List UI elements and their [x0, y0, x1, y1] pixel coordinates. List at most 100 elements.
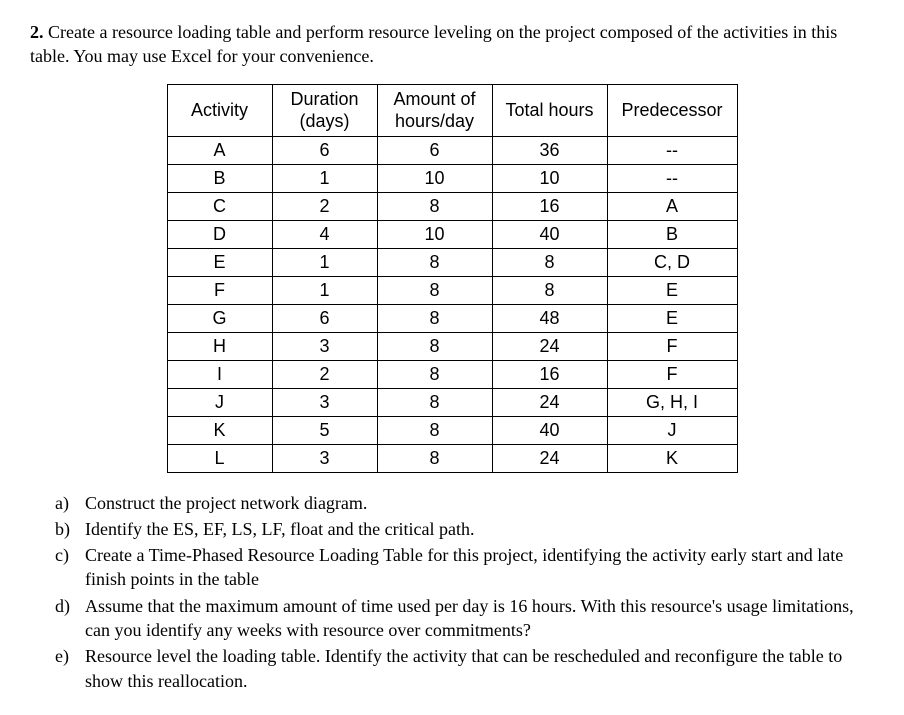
cell-duration: 2 [272, 192, 377, 220]
cell-activity: K [167, 416, 272, 444]
cell-total: 10 [492, 164, 607, 192]
cell-predecessor: B [607, 220, 737, 248]
cell-activity: D [167, 220, 272, 248]
cell-total: 24 [492, 388, 607, 416]
question-item: a)Construct the project network diagram. [85, 491, 874, 515]
question-letter: d) [55, 594, 70, 618]
cell-amount: 10 [377, 164, 492, 192]
cell-total: 16 [492, 192, 607, 220]
cell-predecessor: J [607, 416, 737, 444]
question-item: b)Identify the ES, EF, LS, LF, float and… [85, 517, 874, 541]
cell-amount: 8 [377, 276, 492, 304]
cell-amount: 8 [377, 360, 492, 388]
table-row: H3824F [167, 332, 737, 360]
question-item: c)Create a Time-Phased Resource Loading … [85, 543, 874, 592]
cell-amount: 8 [377, 192, 492, 220]
cell-amount: 10 [377, 220, 492, 248]
cell-amount: 8 [377, 416, 492, 444]
cell-activity: L [167, 444, 272, 472]
table-row: A6636-- [167, 136, 737, 164]
cell-predecessor: -- [607, 136, 737, 164]
problem-number: 2. [30, 22, 44, 42]
cell-predecessor: C, D [607, 248, 737, 276]
cell-total: 48 [492, 304, 607, 332]
cell-activity: G [167, 304, 272, 332]
cell-activity: C [167, 192, 272, 220]
table-row: L3824K [167, 444, 737, 472]
header-total: Total hours [492, 84, 607, 136]
cell-duration: 2 [272, 360, 377, 388]
cell-activity: I [167, 360, 272, 388]
questions-list: a)Construct the project network diagram.… [30, 491, 874, 693]
table-row: D41040B [167, 220, 737, 248]
cell-activity: H [167, 332, 272, 360]
cell-amount: 8 [377, 444, 492, 472]
cell-activity: A [167, 136, 272, 164]
cell-activity: B [167, 164, 272, 192]
cell-total: 40 [492, 220, 607, 248]
table-row: K5840J [167, 416, 737, 444]
cell-predecessor: -- [607, 164, 737, 192]
cell-predecessor: E [607, 304, 737, 332]
problem-intro: 2. Create a resource loading table and p… [30, 20, 874, 69]
cell-duration: 1 [272, 164, 377, 192]
cell-duration: 3 [272, 444, 377, 472]
cell-predecessor: F [607, 360, 737, 388]
question-letter: a) [55, 491, 69, 515]
cell-total: 8 [492, 248, 607, 276]
table-container: Activity Duration (days) Amount of hours… [30, 84, 874, 473]
cell-predecessor: G, H, I [607, 388, 737, 416]
cell-amount: 8 [377, 248, 492, 276]
table-row: B11010-- [167, 164, 737, 192]
header-duration: Duration (days) [272, 84, 377, 136]
cell-duration: 6 [272, 136, 377, 164]
question-letter: e) [55, 644, 69, 668]
table-row: J3824G, H, I [167, 388, 737, 416]
cell-amount: 8 [377, 332, 492, 360]
cell-total: 40 [492, 416, 607, 444]
cell-amount: 8 [377, 388, 492, 416]
table-row: E188C, D [167, 248, 737, 276]
question-letter: c) [55, 543, 69, 567]
question-item: d)Assume that the maximum amount of time… [85, 594, 874, 643]
cell-total: 8 [492, 276, 607, 304]
cell-predecessor: F [607, 332, 737, 360]
cell-total: 24 [492, 444, 607, 472]
table-row: C2816A [167, 192, 737, 220]
question-text: Identify the ES, EF, LS, LF, float and t… [85, 519, 475, 539]
cell-total: 16 [492, 360, 607, 388]
cell-predecessor: A [607, 192, 737, 220]
cell-duration: 3 [272, 332, 377, 360]
cell-predecessor: E [607, 276, 737, 304]
table-row: G6848E [167, 304, 737, 332]
table-row: I2816F [167, 360, 737, 388]
question-text: Resource level the loading table. Identi… [85, 646, 842, 690]
question-text: Create a Time-Phased Resource Loading Ta… [85, 545, 843, 589]
question-text: Construct the project network diagram. [85, 493, 367, 513]
table-body: A6636--B11010--C2816AD41040BE188C, DF188… [167, 136, 737, 472]
cell-duration: 3 [272, 388, 377, 416]
cell-duration: 4 [272, 220, 377, 248]
cell-duration: 1 [272, 276, 377, 304]
cell-activity: F [167, 276, 272, 304]
header-amount: Amount of hours/day [377, 84, 492, 136]
activity-table: Activity Duration (days) Amount of hours… [167, 84, 738, 473]
header-predecessor: Predecessor [607, 84, 737, 136]
cell-total: 24 [492, 332, 607, 360]
cell-duration: 1 [272, 248, 377, 276]
cell-amount: 6 [377, 136, 492, 164]
cell-activity: E [167, 248, 272, 276]
cell-predecessor: K [607, 444, 737, 472]
table-row: F188E [167, 276, 737, 304]
cell-duration: 5 [272, 416, 377, 444]
question-item: e)Resource level the loading table. Iden… [85, 644, 874, 693]
cell-activity: J [167, 388, 272, 416]
cell-amount: 8 [377, 304, 492, 332]
table-header-row: Activity Duration (days) Amount of hours… [167, 84, 737, 136]
cell-total: 36 [492, 136, 607, 164]
header-activity: Activity [167, 84, 272, 136]
question-letter: b) [55, 517, 70, 541]
problem-text: Create a resource loading table and perf… [30, 22, 837, 66]
cell-duration: 6 [272, 304, 377, 332]
question-text: Assume that the maximum amount of time u… [85, 596, 854, 640]
